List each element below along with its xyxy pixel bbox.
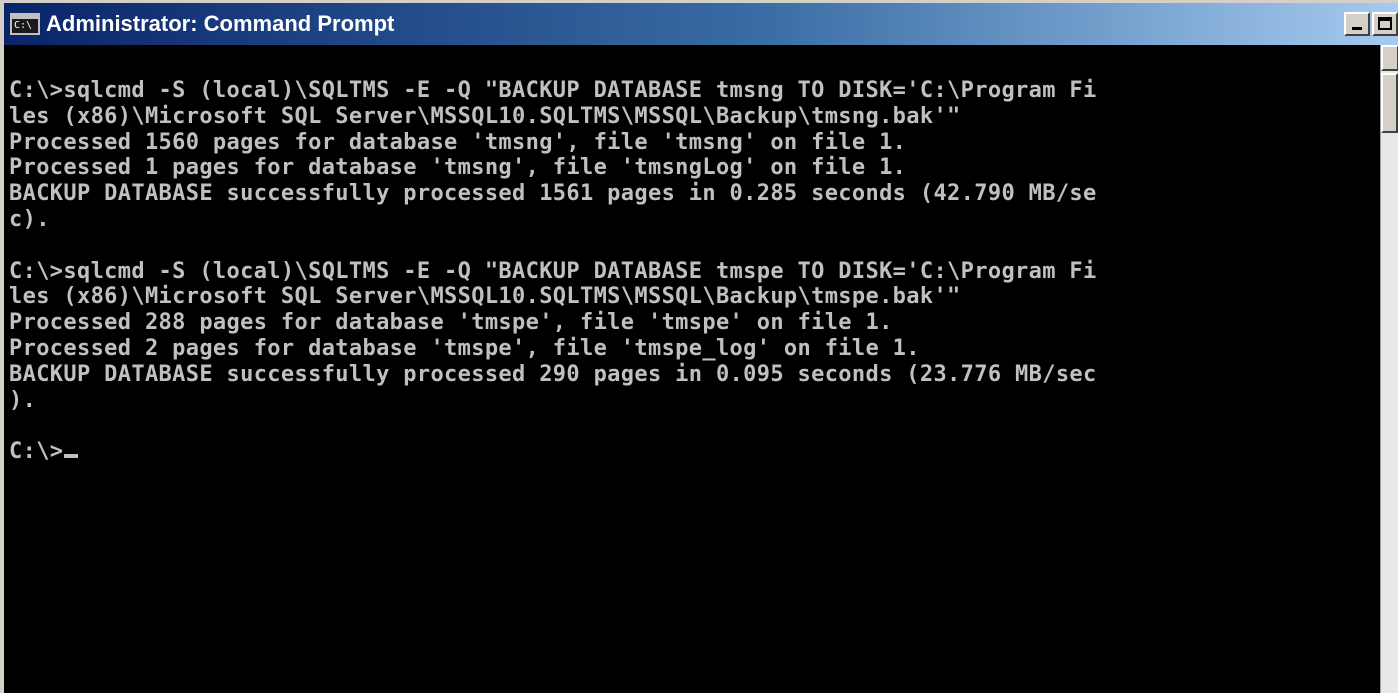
cmd-icon-glyph: C:\ [14, 20, 33, 31]
console-line: Processed 1560 pages for database 'tmsng… [9, 129, 907, 155]
title-bar[interactable]: C:\ Administrator: Command Prompt [4, 3, 1398, 45]
console-line: Processed 288 pages for database 'tmspe'… [9, 310, 893, 336]
maximize-button[interactable] [1372, 12, 1398, 36]
console-line: Processed 2 pages for database 'tmspe', … [9, 335, 920, 361]
console-line: Processed 1 pages for database 'tmsng', … [9, 155, 907, 181]
console-line: c). [9, 206, 50, 232]
window-controls [1344, 12, 1398, 36]
console-line: BACKUP DATABASE successfully processed 2… [9, 361, 1097, 387]
console-line: les (x86)\Microsoft SQL Server\MSSQL10.S… [9, 284, 961, 310]
console-line: les (x86)\Microsoft SQL Server\MSSQL10.S… [9, 103, 961, 129]
window-title: Administrator: Command Prompt [46, 11, 395, 36]
console-line: BACKUP DATABASE successfully processed 1… [9, 181, 1097, 207]
minimize-button[interactable] [1344, 12, 1370, 36]
prompt-line[interactable]: C:\> [9, 439, 1380, 465]
console-line: C:\>sqlcmd -S (local)\SQLTMS -E -Q "BACK… [9, 258, 1097, 284]
console-output[interactable]: C:\>sqlcmd -S (local)\SQLTMS -E -Q "BACK… [4, 45, 1380, 693]
console-line: C:\>sqlcmd -S (local)\SQLTMS -E -Q "BACK… [9, 78, 1097, 103]
cmd-icon-bar [12, 15, 38, 19]
command-prompt-window: C:\ Administrator: Command Prompt C:\>sq… [0, 0, 1398, 693]
text-cursor [64, 454, 79, 459]
console-line: ). [9, 387, 37, 413]
cmd-icon[interactable]: C:\ [10, 13, 40, 35]
scroll-up-button[interactable] [1381, 45, 1398, 71]
minimize-icon [1352, 27, 1362, 30]
command-prompt: C:\> [9, 439, 64, 465]
maximize-icon [1378, 17, 1392, 30]
scroll-thumb[interactable] [1381, 73, 1398, 133]
vertical-scrollbar[interactable] [1380, 45, 1398, 693]
